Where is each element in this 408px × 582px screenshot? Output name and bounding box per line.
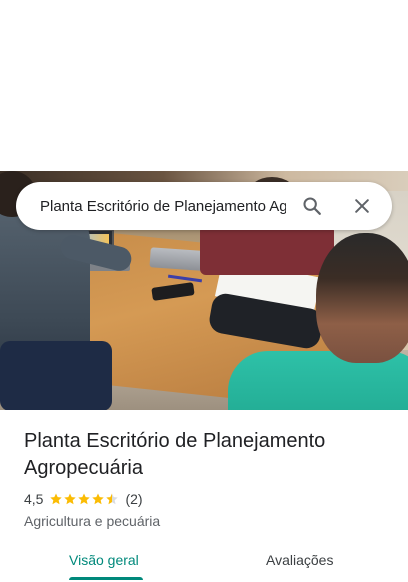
star-icon: [64, 493, 77, 505]
close-icon: [355, 199, 369, 213]
search-icon: [303, 197, 321, 215]
place-title: Planta Escritório de Planejamento Agrope…: [24, 430, 326, 479]
search-button[interactable]: [290, 184, 334, 228]
search-bar[interactable]: Planta Escritório de Planejamento Agrope…: [16, 182, 392, 230]
tab-bar: Visão geral Avaliações: [0, 540, 408, 582]
rating-stars: [49, 492, 119, 506]
photo-person-right-head: [316, 233, 408, 363]
place-category[interactable]: Agricultura e pecuária: [24, 513, 160, 529]
tab-active-indicator: [69, 577, 143, 580]
star-icon: [50, 493, 63, 505]
tab-reviews[interactable]: Avaliações: [266, 552, 333, 568]
close-button[interactable]: [340, 184, 384, 228]
place-page: Planta Escritório de Planejamento Agrope…: [0, 0, 408, 582]
rating-value: 4,5: [24, 491, 44, 507]
tab-overview[interactable]: Visão geral: [69, 552, 139, 568]
photo-person-left-legs: [0, 341, 112, 410]
star-icon: [92, 493, 105, 505]
star-icon: [106, 493, 119, 505]
search-input[interactable]: Planta Escritório de Planejamento Agrope…: [40, 198, 286, 215]
rating-row[interactable]: 4,5 (2): [24, 491, 143, 507]
review-count[interactable]: (2): [125, 491, 142, 507]
star-icon: [78, 493, 91, 505]
